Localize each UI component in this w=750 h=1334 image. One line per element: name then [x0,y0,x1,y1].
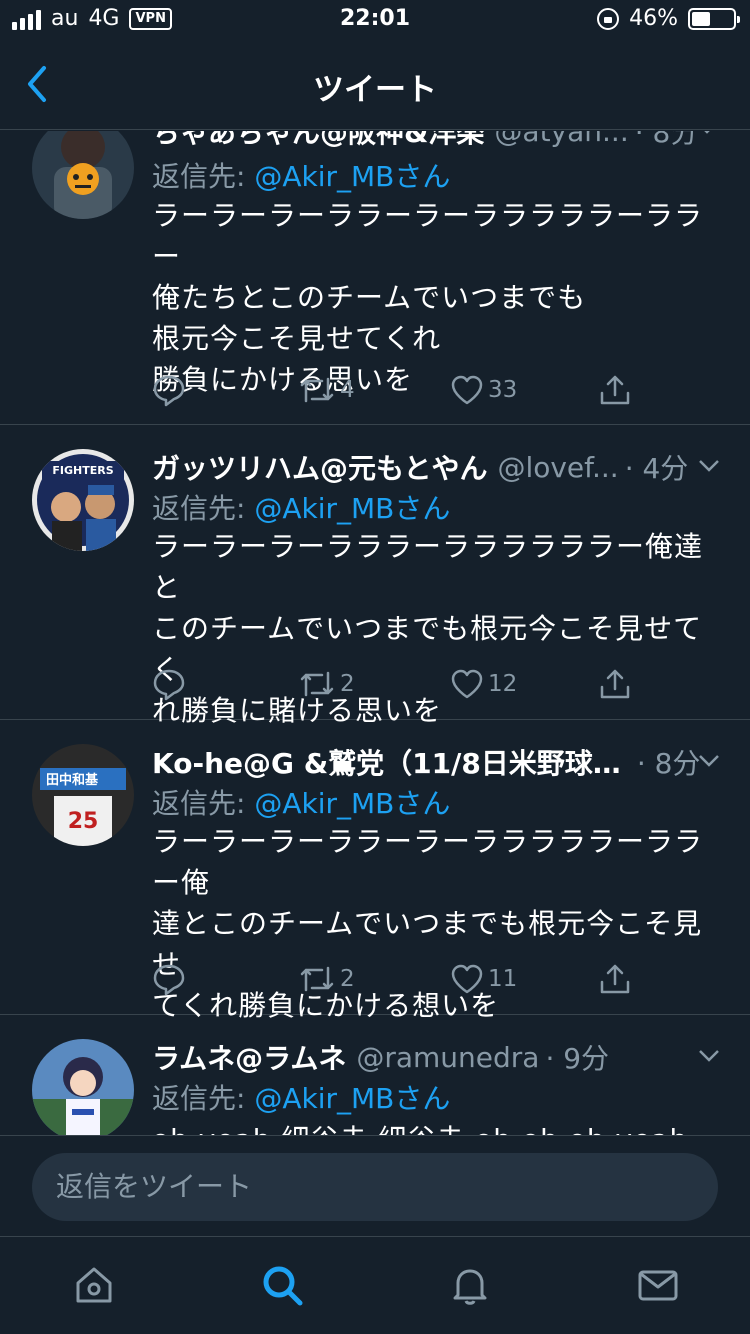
reply-context: 返信先: @Akir_MBさん [152,1077,450,1117]
tweet-author-name[interactable]: ラムネ@ラムネ [152,1037,346,1077]
reply-icon [153,375,185,407]
reply-mention-link[interactable]: @Akir_MBさん [254,492,450,525]
mail-icon[interactable] [636,1263,680,1307]
battery-icon [688,7,740,30]
tweet-author-handle: @ramunedra [356,1040,540,1074]
tweet-timestamp: · 4分 [624,452,689,485]
reply-icon [153,964,185,996]
tweet-item[interactable]: 田中和基 25 Ko-he@G &鷲党（11/8日米野球… · 8分 返信先: … [0,720,750,1022]
chevron-down-icon[interactable] [698,754,720,768]
tweet-author-handle: @lovef... [497,450,619,484]
reply-context: 返信先: @Akir_MBさん [152,155,450,195]
reply-context: 返信先: @Akir_MBさん [152,782,450,822]
share-icon [600,669,630,699]
tweet-text: oh yeah 細谷圭 細谷圭 oh oh oh yeah 細 [152,1119,722,1135]
navigation-bar: ツイート [0,40,750,130]
tweet-author-handle: @atyan... [494,131,629,148]
svg-text:FIGHTERS: FIGHTERS [52,464,113,477]
tweet-author-name[interactable]: Ko-he@G &鷲党（11/8日米野球… [152,742,621,782]
user-avatar[interactable] [32,131,134,219]
tweet-item[interactable]: FIGHTERS ガッツリハム@元もとやん @lovef... · 4分 返信先… [0,425,750,727]
like-count: 33 [488,377,518,403]
tweet-item[interactable]: ちゃあちゃん@阪神&洋楽 @atyan... · 8分 返信先: @Akir_M… [0,131,750,425]
retweet-button[interactable]: 4 [298,373,355,407]
tweet-author-name[interactable]: ちゃあちゃん@阪神&洋楽 [152,131,484,151]
retweet-count: 4 [340,377,355,403]
search-icon[interactable] [260,1263,304,1307]
chevron-down-icon[interactable] [698,459,720,473]
retweet-icon [300,377,334,403]
tweet-actions: 2 11 [152,962,652,998]
reply-mention-link[interactable]: @Akir_MBさん [254,1082,450,1115]
user-avatar[interactable]: FIGHTERS [32,449,134,551]
orientation-lock-icon [597,7,620,30]
reply-button[interactable] [152,962,186,996]
heart-icon [451,964,483,994]
bell-icon[interactable] [448,1263,492,1307]
share-button[interactable] [598,667,632,701]
reply-prefix: 返信先: [152,1082,246,1115]
retweet-button[interactable]: 2 [298,962,355,996]
like-count: 11 [488,966,518,992]
svg-text:田中和基: 田中和基 [46,772,99,788]
retweet-button[interactable]: 2 [298,667,355,701]
tweet-actions: 2 12 [152,667,652,703]
share-button[interactable] [598,373,632,407]
chevron-down-icon[interactable] [698,1049,720,1063]
home-icon[interactable] [72,1263,116,1307]
retweet-icon [300,671,334,697]
reply-compose-bar: 返信をツイート [0,1135,750,1236]
like-button[interactable]: 11 [450,962,517,996]
page-title: ツイート [313,72,437,108]
tweet-author-name[interactable]: ガッツリハム@元もとやん [152,447,487,487]
reply-input[interactable]: 返信をツイート [32,1153,718,1221]
share-button[interactable] [598,962,632,996]
like-button[interactable]: 12 [450,667,517,701]
tweet-text: ラーラーラーララーラーラララララーララー 俺たちとこのチームでいつまでも 根元今… [152,199,704,396]
reply-prefix: 返信先: [152,160,246,193]
svg-text:25: 25 [68,809,99,834]
tweet-item[interactable]: ラムネ@ラムネ @ramunedra · 9分 返信先: @Akir_MBさん … [0,1015,750,1135]
user-avatar[interactable] [32,1039,134,1135]
reply-button[interactable] [152,667,186,701]
retweet-count: 2 [340,966,355,992]
reply-mention-link[interactable]: @Akir_MBさん [254,787,450,820]
heart-icon [451,375,483,405]
tweet-actions: 4 33 [152,373,652,409]
battery-level-fill [692,11,711,26]
reply-prefix: 返信先: [152,492,246,525]
reply-button[interactable] [152,373,186,407]
retweet-icon [300,966,334,992]
reply-context: 返信先: @Akir_MBさん [152,487,450,527]
heart-icon [451,669,483,699]
like-button[interactable]: 33 [450,373,517,407]
reply-icon [153,669,185,701]
user-avatar[interactable]: 田中和基 25 [32,744,134,846]
tweet-feed[interactable]: ちゃあちゃん@阪神&洋楽 @atyan... · 8分 返信先: @Akir_M… [0,131,750,1135]
tweet-timestamp: · 8分 [634,131,699,149]
tweet-timestamp: · 9分 [545,1042,610,1075]
battery-percent: 46% [629,6,678,31]
like-count: 12 [488,671,518,697]
tab-bar [0,1236,750,1334]
reply-prefix: 返信先: [152,787,246,820]
status-bar: au 4G VPN 22:01 46% [0,0,750,40]
tweet-timestamp: · 8分 [636,747,701,780]
retweet-count: 2 [340,671,355,697]
share-icon [600,375,630,405]
chevron-down-icon[interactable] [696,131,718,135]
reply-mention-link[interactable]: @Akir_MBさん [254,160,450,193]
share-icon [600,964,630,994]
